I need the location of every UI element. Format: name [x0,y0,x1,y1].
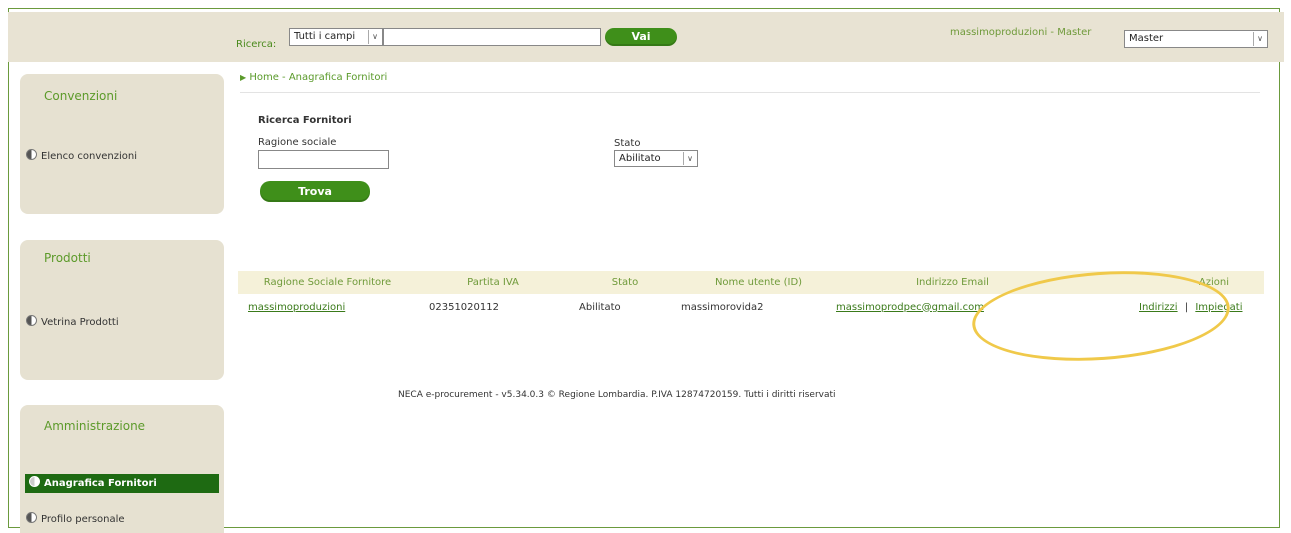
table-header-row: Ragione Sociale Fornitore Partita IVA St… [238,271,1264,294]
stato-label: Stato [614,138,641,149]
go-button[interactable]: Vai [605,28,677,46]
stato-select[interactable]: Abilitato ∨ [614,150,698,167]
role-select[interactable]: Master ∨ [1124,30,1268,48]
sidebar-item-profilo-personale[interactable]: Profilo personale [26,512,125,525]
radio-icon [26,149,37,160]
results-table: Ragione Sociale Fornitore Partita IVA St… [238,271,1264,320]
chevron-down-icon: ∨ [1253,32,1266,46]
col-header-azioni: Azioni [1069,271,1264,294]
email-link[interactable]: massimoprodpec@gmail.com [836,302,984,313]
chevron-down-icon: ∨ [368,30,381,44]
sidebar-item-label: Anagrafica Fornitori [44,478,157,489]
sidebar-section-prodotti: Prodotti Vetrina Prodotti [20,240,224,380]
col-header-ragione[interactable]: Ragione Sociale Fornitore [238,271,417,294]
search-input[interactable] [383,28,601,46]
sidebar-item-label: Elenco convenzioni [41,151,138,162]
sidebar-section-title: Convenzioni [44,89,118,103]
sidebar-item-label: Profilo personale [41,514,125,525]
col-header-email[interactable]: Indirizzo Email [836,271,1069,294]
piva-cell: 02351020112 [429,301,499,313]
sidebar-item-label: Vetrina Prodotti [41,317,119,328]
action-separator: | [1184,301,1189,313]
col-header-piva[interactable]: Partita IVA [417,271,569,294]
utente-cell: massimorovida2 [681,301,764,313]
breadcrumb: ▶ Home - Anagrafica Fornitori [240,72,387,83]
sidebar-item-vetrina-prodotti[interactable]: Vetrina Prodotti [26,315,119,328]
divider [240,92,1260,93]
search-scope-value: Tutti i campi [294,31,356,42]
search-form-title: Ricerca Fornitori [258,115,352,126]
table-row: massimoproduzioni 02351020112 Abilitato … [238,294,1264,320]
radio-icon [26,315,37,326]
footer-text: NECA e-procurement - v5.34.0.3 © Regione… [398,390,836,400]
stato-value: Abilitato [619,153,661,164]
ragione-sociale-label: Ragione sociale [258,137,337,148]
breadcrumb-arrow-icon: ▶ [240,73,247,82]
search-scope-select[interactable]: Tutti i campi ∨ [289,28,383,46]
supplier-name-link[interactable]: massimoproduzioni [248,302,345,313]
breadcrumb-text[interactable]: Home - Anagrafica Fornitori [249,72,387,83]
col-header-stato[interactable]: Stato [569,271,681,294]
search-label: Ricerca: [236,39,277,50]
sidebar-item-anagrafica-fornitori[interactable]: Anagrafica Fornitori [25,474,219,493]
radio-icon [26,512,37,523]
ragione-sociale-input[interactable] [258,150,389,169]
sidebar-section-title: Amministrazione [44,419,146,433]
role-value: Master [1129,33,1164,44]
sidebar-section-title: Prodotti [44,251,91,265]
impiegati-link[interactable]: Impiegati [1195,302,1242,313]
user-info: massimoproduzioni - Master [950,27,1092,38]
find-button[interactable]: Trova [260,181,370,202]
sidebar-section-convenzioni: Convenzioni Elenco convenzioni [20,74,224,214]
sidebar-item-elenco-convenzioni[interactable]: Elenco convenzioni [26,149,137,162]
col-header-utente[interactable]: Nome utente (ID) [681,271,836,294]
indirizzi-link[interactable]: Indirizzi [1139,302,1178,313]
radio-icon [29,476,40,487]
chevron-down-icon: ∨ [683,152,696,165]
stato-cell: Abilitato [579,301,621,313]
